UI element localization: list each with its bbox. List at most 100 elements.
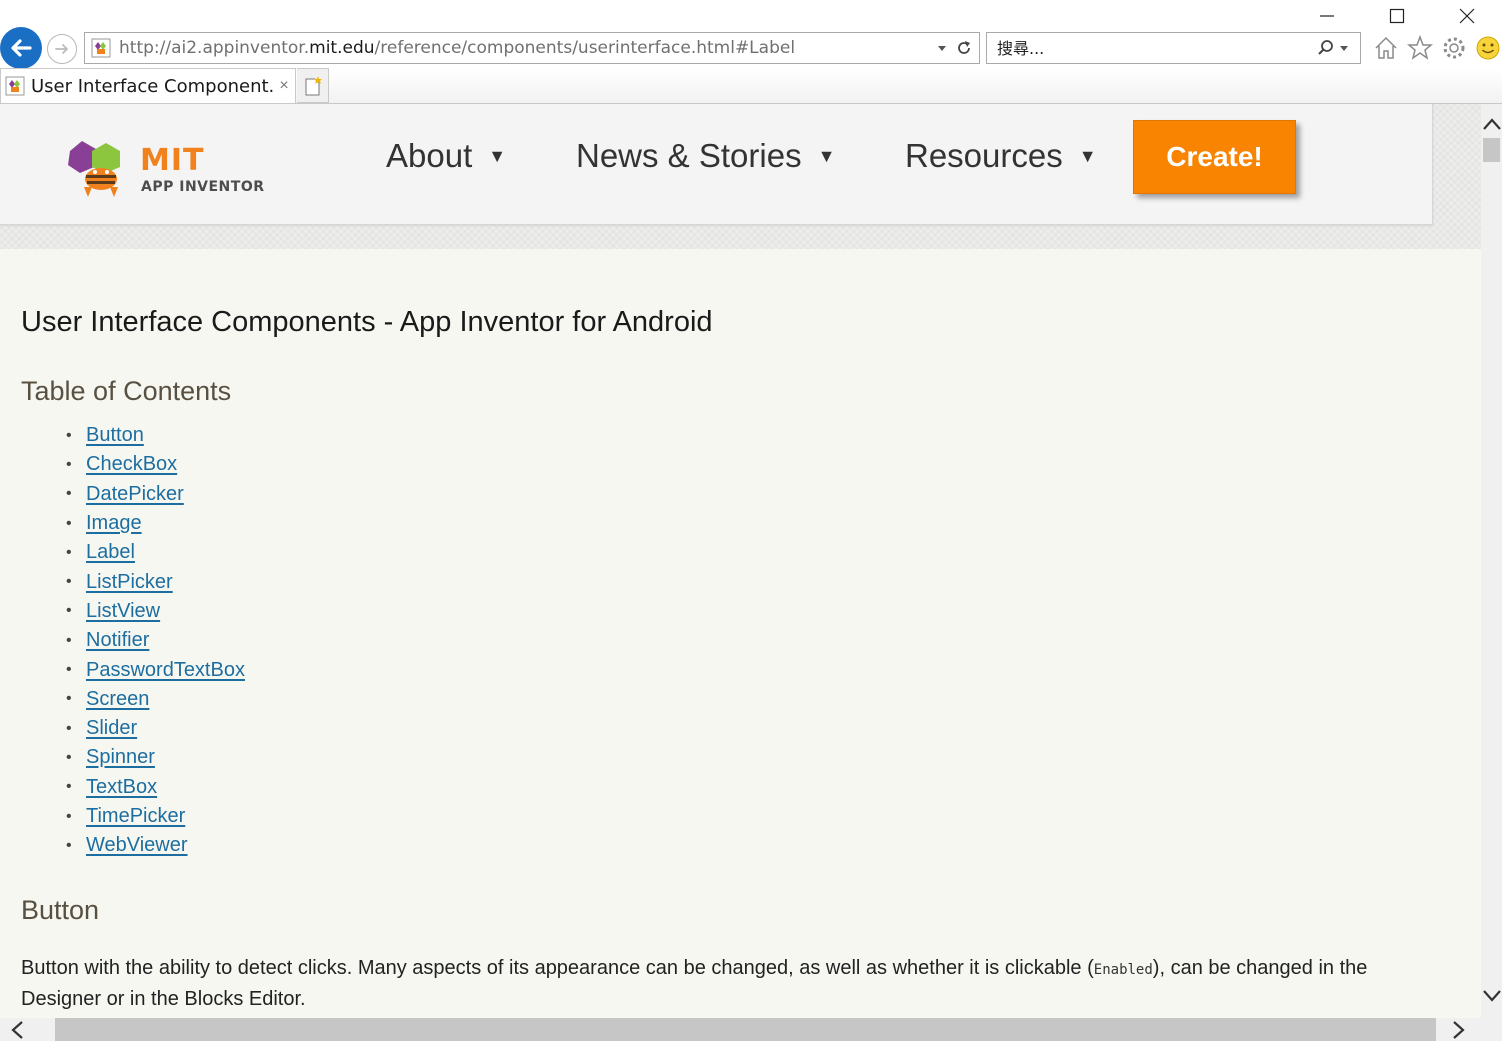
toc-link-datepicker[interactable]: DatePicker: [86, 483, 184, 506]
settings-gear-icon: [1443, 37, 1465, 59]
close-window-button[interactable]: [1432, 0, 1502, 32]
list-item: • Button: [66, 421, 245, 450]
toc-heading: Table of Contents: [21, 376, 232, 406]
minimize-icon: [1320, 15, 1334, 17]
bullet-icon: •: [66, 778, 72, 796]
chevron-left-icon: [11, 1021, 23, 1039]
toc-link-notifier[interactable]: Notifier: [86, 629, 149, 652]
chevron-down-icon: [1482, 990, 1501, 1002]
search-dropdown-icon[interactable]: [1336, 43, 1352, 53]
tab-active[interactable]: User Interface Component... ×: [0, 68, 296, 103]
smiley-feedback-icon: [1476, 36, 1500, 60]
settings-button[interactable]: [1440, 34, 1468, 62]
toc-link-slider[interactable]: Slider: [86, 717, 137, 740]
address-bar[interactable]: http://ai2.appinventor.mit.edu/reference…: [84, 32, 980, 64]
list-item: • PasswordTextBox: [66, 655, 245, 684]
toc-link-label[interactable]: Label: [86, 541, 135, 564]
logo-subtitle: APP INVENTOR: [141, 179, 265, 195]
dropdown-icon: [938, 46, 946, 51]
minimize-button[interactable]: [1292, 0, 1362, 32]
feedback-button[interactable]: [1474, 34, 1502, 62]
list-item: • Notifier: [66, 626, 245, 655]
favorites-star-icon: [1407, 35, 1433, 60]
caret-down-icon: ▼: [1078, 145, 1097, 166]
scroll-up-button[interactable]: [1481, 114, 1502, 134]
back-arrow-icon: [11, 39, 32, 57]
bullet-icon: •: [66, 573, 72, 591]
bullet-icon: •: [66, 836, 72, 854]
vertical-scroll-thumb[interactable]: [1483, 138, 1500, 162]
bullet-icon: •: [66, 690, 72, 708]
tab-close-button[interactable]: ×: [273, 77, 295, 95]
logo-mit-text: MIT: [140, 143, 205, 178]
toc-link-timepicker[interactable]: TimePicker: [86, 805, 185, 828]
toc-link-listview[interactable]: ListView: [86, 600, 160, 623]
page-viewport: MIT APP INVENTOR About ▼ News & Stories …: [0, 104, 1481, 1018]
description-text-start: Button with the ability to detect clicks…: [21, 957, 1094, 979]
list-item: • Image: [66, 509, 245, 538]
tab-favicon-icon: [5, 76, 25, 96]
refresh-button[interactable]: [953, 33, 975, 63]
home-button[interactable]: [1372, 34, 1400, 62]
search-box[interactable]: [986, 32, 1361, 64]
nav-about[interactable]: About ▼: [386, 136, 506, 176]
vertical-scrollbar[interactable]: [1481, 104, 1502, 1018]
create-button[interactable]: Create!: [1133, 120, 1296, 194]
caret-down-icon: ▼: [817, 145, 836, 166]
list-item: • ListView: [66, 597, 245, 626]
maximize-button[interactable]: [1362, 0, 1432, 32]
nav-about-label: About: [386, 137, 473, 174]
bullet-icon: •: [66, 426, 72, 444]
forward-button[interactable]: [47, 34, 77, 64]
section-description: Button with the ability to detect clicks…: [21, 954, 1451, 1014]
maximize-icon: [1389, 8, 1405, 24]
bullet-icon: •: [66, 514, 72, 532]
nav-resources-label: Resources: [905, 137, 1063, 174]
toc-link-passwordtextbox[interactable]: PasswordTextBox: [86, 659, 245, 682]
code-enabled: Enabled: [1093, 962, 1153, 978]
scroll-down-button[interactable]: [1481, 986, 1502, 1006]
toc-link-image[interactable]: Image: [86, 512, 142, 535]
nav-news-stories[interactable]: News & Stories ▼: [576, 136, 835, 176]
home-icon: [1375, 36, 1397, 59]
address-url[interactable]: http://ai2.appinventor.mit.edu/reference…: [119, 38, 931, 58]
list-item: • Spinner: [66, 743, 245, 772]
list-item: • TextBox: [66, 773, 245, 802]
list-item: • Label: [66, 538, 245, 567]
refresh-icon: [958, 41, 970, 54]
toc-link-webviewer[interactable]: WebViewer: [86, 834, 188, 857]
toc-link-textbox[interactable]: TextBox: [86, 776, 157, 799]
toc-list: • Button • CheckBox • DatePicker • Image • La…: [66, 421, 245, 860]
back-button[interactable]: [0, 27, 42, 69]
scroll-right-button[interactable]: [1448, 1020, 1470, 1040]
list-item: • ListPicker: [66, 567, 245, 596]
address-dropdown-button[interactable]: [931, 33, 953, 63]
new-tab-button[interactable]: [297, 68, 329, 103]
toc-link-spinner[interactable]: Spinner: [86, 746, 155, 769]
horizontal-scroll-thumb[interactable]: [55, 1018, 1436, 1041]
scroll-left-button[interactable]: [6, 1020, 28, 1040]
site-favicon-icon: [91, 38, 111, 58]
favorites-button[interactable]: [1406, 34, 1434, 62]
section-heading-button: Button: [21, 895, 100, 925]
forward-arrow-icon: [55, 44, 68, 54]
search-input[interactable]: [997, 38, 1316, 58]
bullet-icon: •: [66, 543, 72, 561]
new-tab-icon: [305, 75, 322, 95]
url-prefix: http://ai2.appinventor.: [119, 38, 310, 58]
toc-link-button[interactable]: Button: [86, 424, 144, 447]
bee-logo-icon: [68, 141, 120, 197]
nav-resources[interactable]: Resources ▼: [905, 136, 1097, 176]
toc-link-screen[interactable]: Screen: [86, 688, 149, 711]
horizontal-scrollbar[interactable]: [0, 1018, 1481, 1041]
toc-link-checkbox[interactable]: CheckBox: [86, 453, 177, 476]
list-item: • WebViewer: [66, 831, 245, 860]
bullet-icon: •: [66, 455, 72, 473]
search-icon[interactable]: [1316, 38, 1336, 58]
app-inventor-logo[interactable]: MIT APP INVENTOR: [66, 139, 266, 199]
toc-link-listpicker[interactable]: ListPicker: [86, 571, 173, 594]
close-icon: [1459, 8, 1475, 24]
url-domain: mit.edu: [309, 38, 375, 58]
site-navbar: MIT APP INVENTOR About ▼ News & Stories …: [0, 104, 1433, 225]
nav-news-label: News & Stories: [576, 137, 802, 174]
